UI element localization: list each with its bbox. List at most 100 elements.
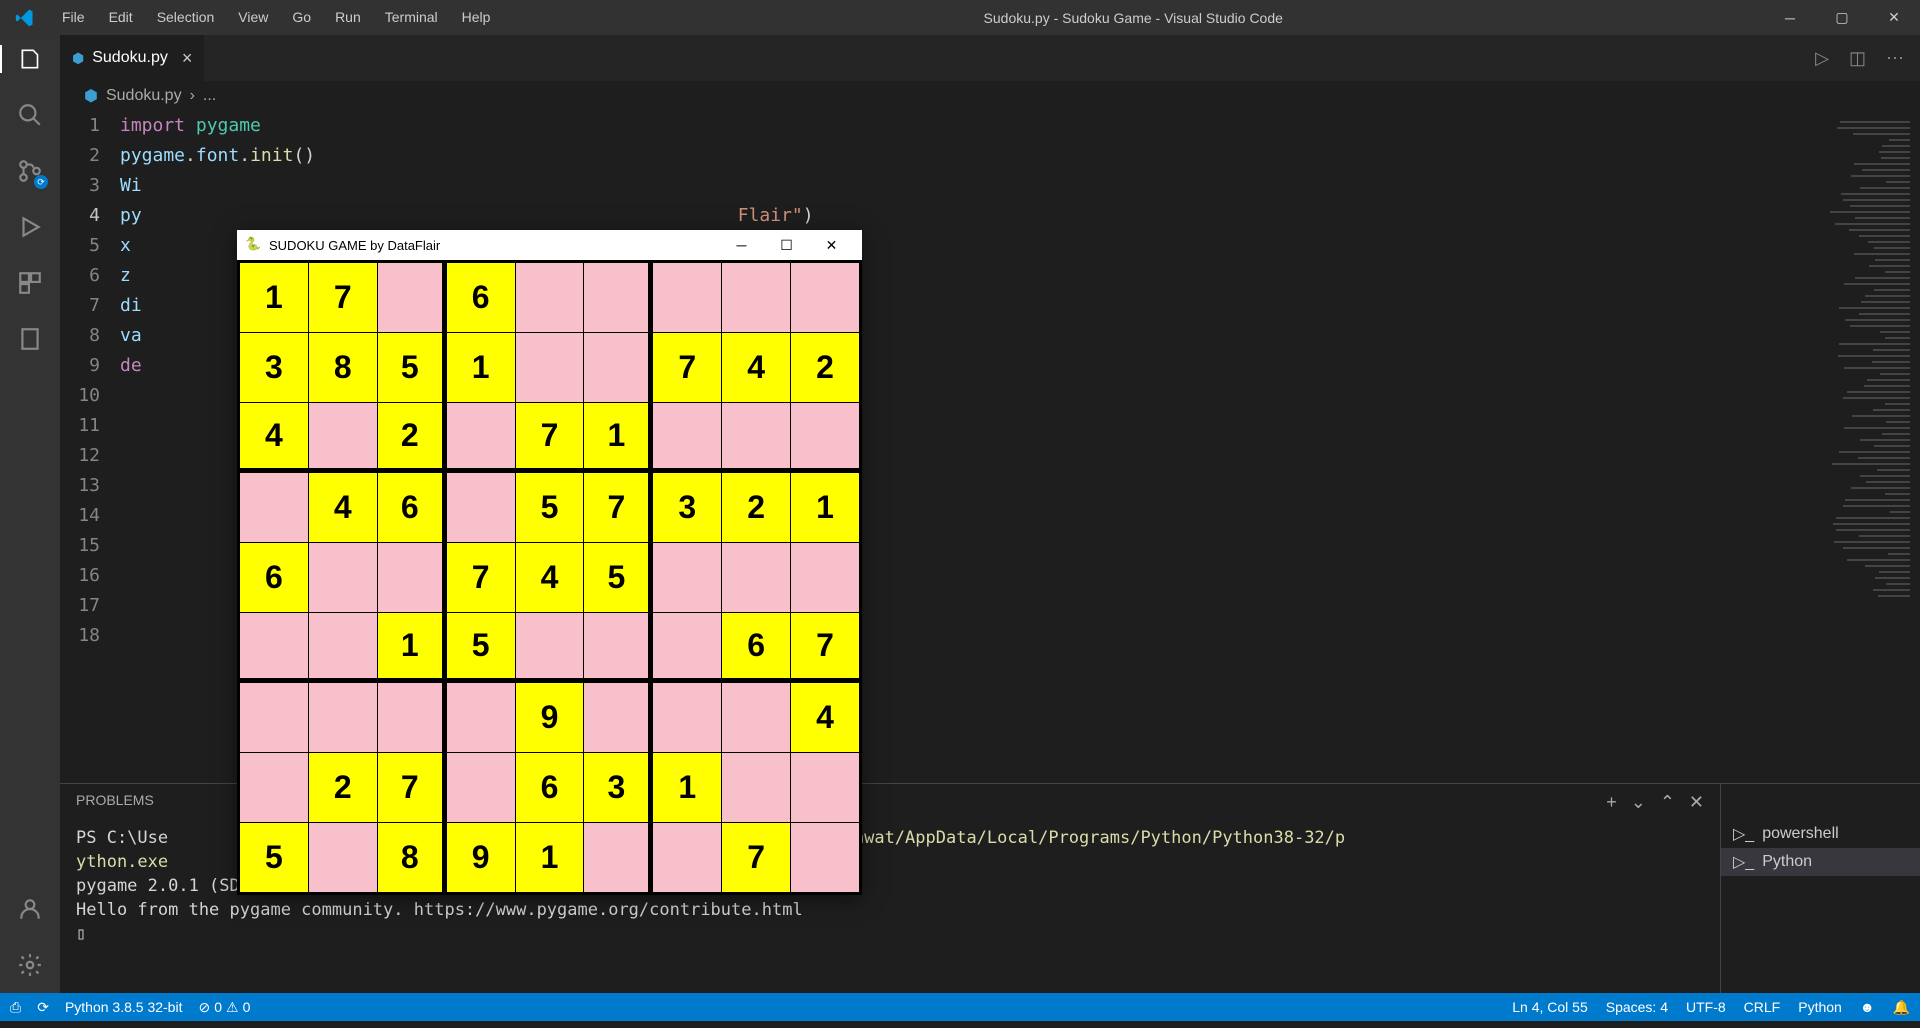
run-debug-icon[interactable]: [16, 213, 44, 241]
sudoku-cell[interactable]: 6: [378, 473, 446, 542]
sudoku-cell[interactable]: [240, 753, 308, 822]
sudoku-game-window[interactable]: 🐍 SUDOKU GAME by DataFlair ─ ☐ ✕ 1763851…: [237, 230, 862, 895]
menu-help[interactable]: Help: [450, 0, 503, 35]
sudoku-cell[interactable]: 7: [584, 473, 652, 542]
terminal-item-powershell[interactable]: ▷_ powershell: [1721, 820, 1920, 848]
sudoku-cell[interactable]: [584, 823, 652, 892]
sudoku-cell[interactable]: 7: [309, 263, 377, 332]
sudoku-cell[interactable]: 8: [309, 333, 377, 402]
menu-edit[interactable]: Edit: [97, 0, 145, 35]
sudoku-cell[interactable]: [722, 403, 790, 472]
sudoku-cell[interactable]: [653, 263, 721, 332]
status-indentation[interactable]: Spaces: 4: [1606, 999, 1668, 1016]
maximize-button[interactable]: ▢: [1816, 0, 1868, 35]
sudoku-cell[interactable]: 5: [447, 613, 515, 682]
sudoku-cell[interactable]: 6: [516, 753, 584, 822]
sudoku-cell[interactable]: 4: [309, 473, 377, 542]
more-actions-icon[interactable]: ⋯: [1886, 48, 1904, 69]
sudoku-cell[interactable]: 1: [447, 333, 515, 402]
sudoku-cell[interactable]: [584, 263, 652, 332]
status-cursor-position[interactable]: Ln 4, Col 55: [1512, 999, 1588, 1016]
sudoku-cell[interactable]: [309, 823, 377, 892]
panel-tab-problems[interactable]: PROBLEMS: [76, 792, 154, 813]
notifications-icon[interactable]: 🔔: [1893, 999, 1910, 1016]
status-python-version[interactable]: Python 3.8.5 32-bit: [65, 999, 183, 1015]
sudoku-cell[interactable]: 3: [653, 473, 721, 542]
sudoku-cell[interactable]: [791, 263, 859, 332]
sudoku-cell[interactable]: 2: [791, 333, 859, 402]
sudoku-cell[interactable]: [447, 473, 515, 542]
sudoku-cell[interactable]: 7: [653, 333, 721, 402]
sudoku-cell[interactable]: [653, 403, 721, 472]
sudoku-cell[interactable]: 9: [447, 823, 515, 892]
sudoku-cell[interactable]: [791, 823, 859, 892]
minimap[interactable]: [1820, 111, 1920, 783]
sudoku-cell[interactable]: 9: [516, 683, 584, 752]
sudoku-cell[interactable]: [309, 683, 377, 752]
sudoku-cell[interactable]: 1: [653, 753, 721, 822]
status-language[interactable]: Python: [1798, 999, 1842, 1016]
sudoku-cell[interactable]: [516, 613, 584, 682]
sudoku-cell[interactable]: [240, 473, 308, 542]
status-problems[interactable]: ⊘ 0 ⚠ 0: [198, 999, 250, 1016]
sudoku-cell[interactable]: 4: [516, 543, 584, 612]
sudoku-cell[interactable]: [309, 403, 377, 472]
close-button[interactable]: ✕: [1868, 0, 1920, 35]
sudoku-cell[interactable]: [378, 543, 446, 612]
sudoku-cell[interactable]: 2: [309, 753, 377, 822]
tab-close-icon[interactable]: ×: [182, 48, 193, 69]
sudoku-maximize-button[interactable]: ☐: [764, 230, 809, 260]
file-icon[interactable]: [16, 325, 44, 353]
sudoku-cell[interactable]: 2: [378, 403, 446, 472]
sudoku-cell[interactable]: 2: [722, 473, 790, 542]
panel-add-icon[interactable]: +: [1606, 792, 1617, 813]
sudoku-cell[interactable]: [722, 543, 790, 612]
sudoku-cell[interactable]: [447, 683, 515, 752]
sudoku-cell[interactable]: [653, 823, 721, 892]
status-encoding[interactable]: UTF-8: [1686, 999, 1726, 1016]
sudoku-cell[interactable]: [447, 753, 515, 822]
source-control-icon[interactable]: ⟳: [16, 157, 44, 185]
menu-go[interactable]: Go: [280, 0, 323, 35]
settings-gear-icon[interactable]: [16, 951, 44, 979]
search-icon[interactable]: [16, 101, 44, 129]
menu-run[interactable]: Run: [323, 0, 373, 35]
sudoku-cell[interactable]: 5: [240, 823, 308, 892]
menu-file[interactable]: File: [50, 0, 97, 35]
sudoku-cell[interactable]: [791, 753, 859, 822]
run-button[interactable]: ▷: [1815, 48, 1829, 69]
sudoku-cell[interactable]: [584, 683, 652, 752]
menu-selection[interactable]: Selection: [145, 0, 227, 35]
sudoku-cell[interactable]: [584, 613, 652, 682]
sudoku-cell[interactable]: [516, 333, 584, 402]
menu-view[interactable]: View: [226, 0, 280, 35]
sudoku-cell[interactable]: 1: [516, 823, 584, 892]
sudoku-cell[interactable]: 6: [722, 613, 790, 682]
sudoku-cell[interactable]: [447, 403, 515, 472]
sudoku-minimize-button[interactable]: ─: [719, 230, 764, 260]
sudoku-cell[interactable]: 1: [584, 403, 652, 472]
sudoku-cell[interactable]: [653, 683, 721, 752]
sudoku-cell[interactable]: 7: [722, 823, 790, 892]
panel-chevron-down-icon[interactable]: ⌄: [1631, 792, 1646, 813]
sudoku-cell[interactable]: [722, 263, 790, 332]
extensions-icon[interactable]: [16, 269, 44, 297]
sudoku-cell[interactable]: 5: [516, 473, 584, 542]
sudoku-cell[interactable]: 5: [378, 333, 446, 402]
feedback-icon[interactable]: ☻: [1860, 999, 1875, 1016]
split-editor-icon[interactable]: ◫: [1849, 48, 1866, 69]
sudoku-cell[interactable]: [653, 613, 721, 682]
sudoku-cell[interactable]: 4: [791, 683, 859, 752]
sudoku-cell[interactable]: [722, 683, 790, 752]
sudoku-cell[interactable]: 7: [516, 403, 584, 472]
sudoku-cell[interactable]: 1: [240, 263, 308, 332]
sudoku-cell[interactable]: [516, 263, 584, 332]
sudoku-cell[interactable]: 7: [447, 543, 515, 612]
sudoku-cell[interactable]: 3: [240, 333, 308, 402]
sudoku-cell[interactable]: 4: [722, 333, 790, 402]
sudoku-cell[interactable]: [309, 613, 377, 682]
sudoku-cell[interactable]: [791, 543, 859, 612]
sudoku-cell[interactable]: [722, 753, 790, 822]
sudoku-cell[interactable]: 7: [378, 753, 446, 822]
status-eol[interactable]: CRLF: [1744, 999, 1781, 1016]
